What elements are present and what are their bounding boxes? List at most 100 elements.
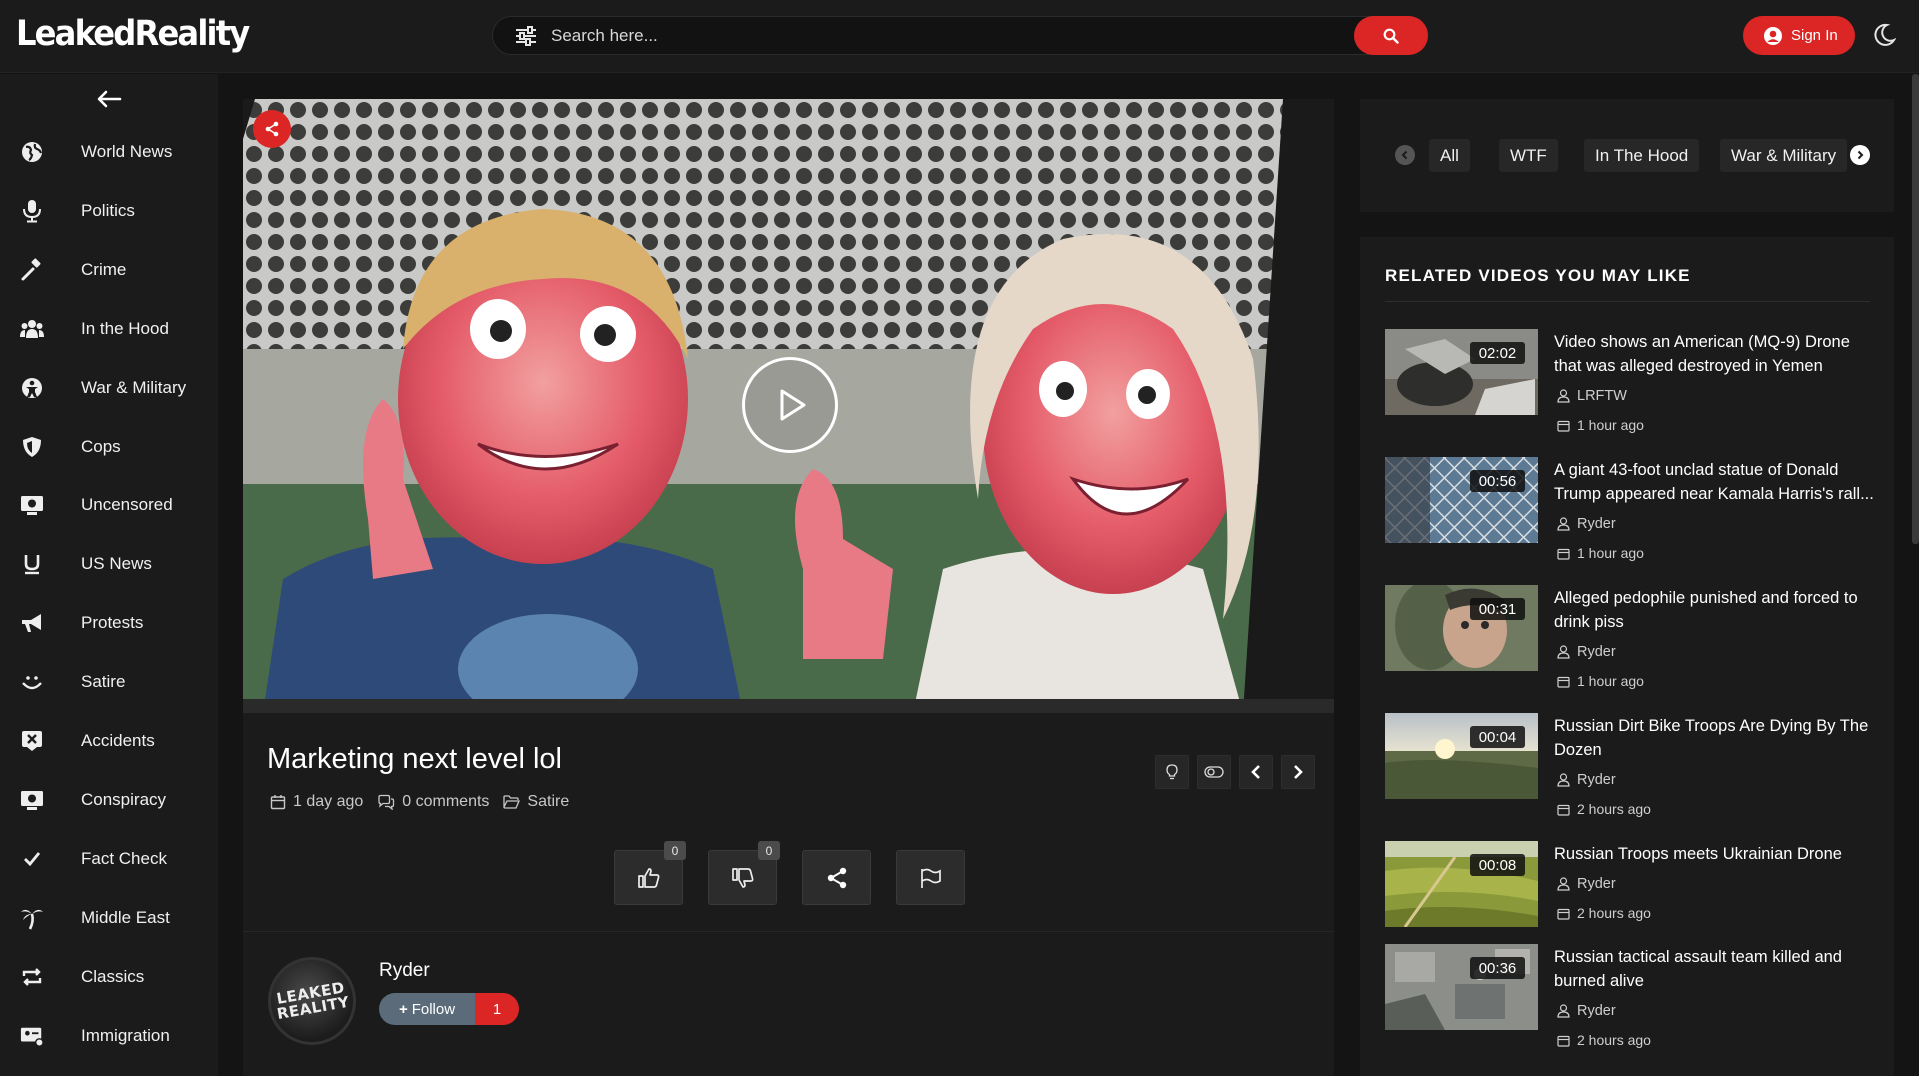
video-time: 1 hour ago [1557, 673, 1644, 689]
chevron-right-icon [1294, 765, 1303, 779]
video-duration: 02:02 [1470, 342, 1525, 364]
shield-icon [20, 435, 44, 459]
video-title[interactable]: Russian tactical assault team killed and… [1554, 945, 1874, 993]
sidebar-item-us-news[interactable]: US News [0, 540, 218, 588]
play-button[interactable] [742, 357, 838, 453]
video-title[interactable]: Russian Dirt Bike Troops Are Dying By Th… [1554, 714, 1874, 762]
search-input[interactable] [551, 22, 1331, 50]
sign-in-button[interactable]: Sign In [1743, 16, 1855, 55]
related-video-item[interactable]: 00:04 Russian Dirt Bike Troops Are Dying… [1385, 713, 1875, 823]
user-icon [1557, 389, 1570, 403]
related-video-item[interactable]: 00:56 A giant 43-foot unclad statue of D… [1385, 457, 1875, 567]
page-scrollbar[interactable] [1912, 74, 1919, 544]
video-author: Ryder [1557, 644, 1616, 660]
video-author: Ryder [1557, 516, 1616, 532]
follower-count: 1 [475, 993, 519, 1025]
site-logo[interactable]: LeakedReality [16, 14, 250, 54]
search-button[interactable] [1354, 16, 1428, 55]
dislike-button[interactable]: 0 [708, 841, 780, 905]
category-prev-button[interactable] [1395, 145, 1415, 165]
video-duration: 00:56 [1470, 470, 1525, 492]
sidebar-item-middle-east[interactable]: Middle East [0, 894, 218, 942]
video-title: Marketing next level lol [267, 743, 562, 775]
category-chip-wtf[interactable]: WTF [1499, 139, 1558, 172]
autoplay-toggle[interactable] [1197, 755, 1231, 789]
sidebar-item-label: World News [81, 142, 173, 161]
lightbulb-button[interactable] [1155, 755, 1189, 789]
filter-sliders-icon[interactable] [515, 26, 537, 46]
megaphone-icon [20, 611, 44, 635]
gavel-icon [20, 258, 44, 282]
group-icon [20, 317, 44, 341]
sidebar-item-conspiracy[interactable]: Conspiracy [0, 776, 218, 824]
video-category[interactable]: Satire [503, 793, 569, 811]
sidebar-item-satire[interactable]: Satire [0, 658, 218, 706]
video-duration: 00:36 [1470, 957, 1525, 979]
toggle-icon [1204, 766, 1224, 778]
play-icon [780, 389, 806, 421]
share-fab-button[interactable] [253, 110, 291, 148]
avatar-logo-text: LEAKED REALITY [275, 978, 351, 1024]
folder-icon [503, 795, 521, 809]
related-video-item[interactable]: 00:36 Russian tactical assault team kill… [1385, 944, 1875, 1054]
military-icon [20, 376, 44, 400]
sidebar-item-immigration[interactable]: Immigration [0, 1012, 218, 1060]
author-name[interactable]: Ryder [379, 960, 430, 982]
dark-mode-moon-icon[interactable] [1872, 23, 1896, 47]
video-title[interactable]: Russian Troops meets Ukrainian Drone [1554, 842, 1874, 866]
sidebar-item-accidents[interactable]: Accidents [0, 717, 218, 765]
repeat-icon [20, 965, 44, 989]
sidebar-item-label: Fact Check [81, 849, 167, 868]
share-icon [827, 867, 846, 888]
video-duration: 00:04 [1470, 726, 1525, 748]
thumbs-up-icon [637, 867, 659, 888]
follow-button[interactable]: + Follow [379, 993, 475, 1025]
sidebar-item-fact-check[interactable]: Fact Check [0, 835, 218, 883]
related-videos: RELATED VIDEOS YOU MAY LIKE 02:02 Video … [1360, 237, 1894, 1076]
related-video-item[interactable]: 00:31 Alleged pedophile punished and for… [1385, 585, 1875, 695]
sidebar-item-in-the-hood[interactable]: In the Hood [0, 305, 218, 353]
sidebar-item-label: Politics [81, 201, 135, 220]
chevron-left-icon [1251, 765, 1260, 779]
sidebar-item-classics[interactable]: Classics [0, 953, 218, 1001]
sidebar-item-label: In the Hood [81, 319, 169, 338]
category-chip-war-military[interactable]: War & Military [1720, 139, 1848, 172]
sidebar-item-label: Accidents [81, 731, 155, 750]
collapse-arrow-icon[interactable] [96, 88, 122, 110]
sidebar-item-label: Protests [81, 613, 144, 632]
next-video-button[interactable] [1281, 755, 1315, 789]
category-chip-all[interactable]: All [1429, 139, 1470, 172]
like-button[interactable]: 0 [614, 841, 686, 905]
sidebar-item-label: Satire [81, 672, 126, 691]
smile-icon [20, 670, 44, 694]
report-flag-button[interactable] [896, 850, 965, 905]
previous-video-button[interactable] [1239, 755, 1273, 789]
author-avatar[interactable]: LEAKED REALITY [268, 957, 356, 1045]
calendar-icon [1557, 420, 1570, 432]
heading-divider [1385, 301, 1870, 302]
sidebar-item-uncensored[interactable]: Uncensored [0, 481, 218, 529]
video-tools [1155, 755, 1315, 789]
video-player[interactable] [243, 99, 1334, 713]
video-title[interactable]: A giant 43-foot unclad statue of Donald … [1554, 458, 1874, 506]
palm-tree-icon [20, 906, 44, 930]
chevron-left-icon [1401, 150, 1408, 160]
category-chip-in-the-hood[interactable]: In The Hood [1584, 139, 1700, 172]
sidebar-item-protests[interactable]: Protests [0, 599, 218, 647]
category-next-button[interactable] [1850, 145, 1870, 165]
sidebar-item-world-news[interactable]: World News [0, 128, 218, 176]
related-video-item[interactable]: 00:08 Russian Troops meets Ukrainian Dro… [1385, 841, 1875, 951]
video-title[interactable]: Video shows an American (MQ-9) Drone tha… [1554, 330, 1874, 378]
share-button[interactable] [802, 850, 871, 905]
video-comments[interactable]: 0 comments [377, 793, 489, 811]
sidebar-item-crime[interactable]: Crime [0, 246, 218, 294]
follow-group: + Follow 1 [379, 993, 519, 1025]
video-title[interactable]: Alleged pedophile punished and forced to… [1554, 586, 1874, 634]
eye-screen-icon [20, 788, 44, 812]
video-time: 1 hour ago [1557, 545, 1644, 561]
sidebar-item-cops[interactable]: Cops [0, 423, 218, 471]
sidebar-item-war-military[interactable]: War & Military [0, 364, 218, 412]
related-video-item[interactable]: 02:02 Video shows an American (MQ-9) Dro… [1385, 329, 1875, 439]
calendar-icon [1557, 548, 1570, 560]
sidebar-item-politics[interactable]: Politics [0, 187, 218, 235]
